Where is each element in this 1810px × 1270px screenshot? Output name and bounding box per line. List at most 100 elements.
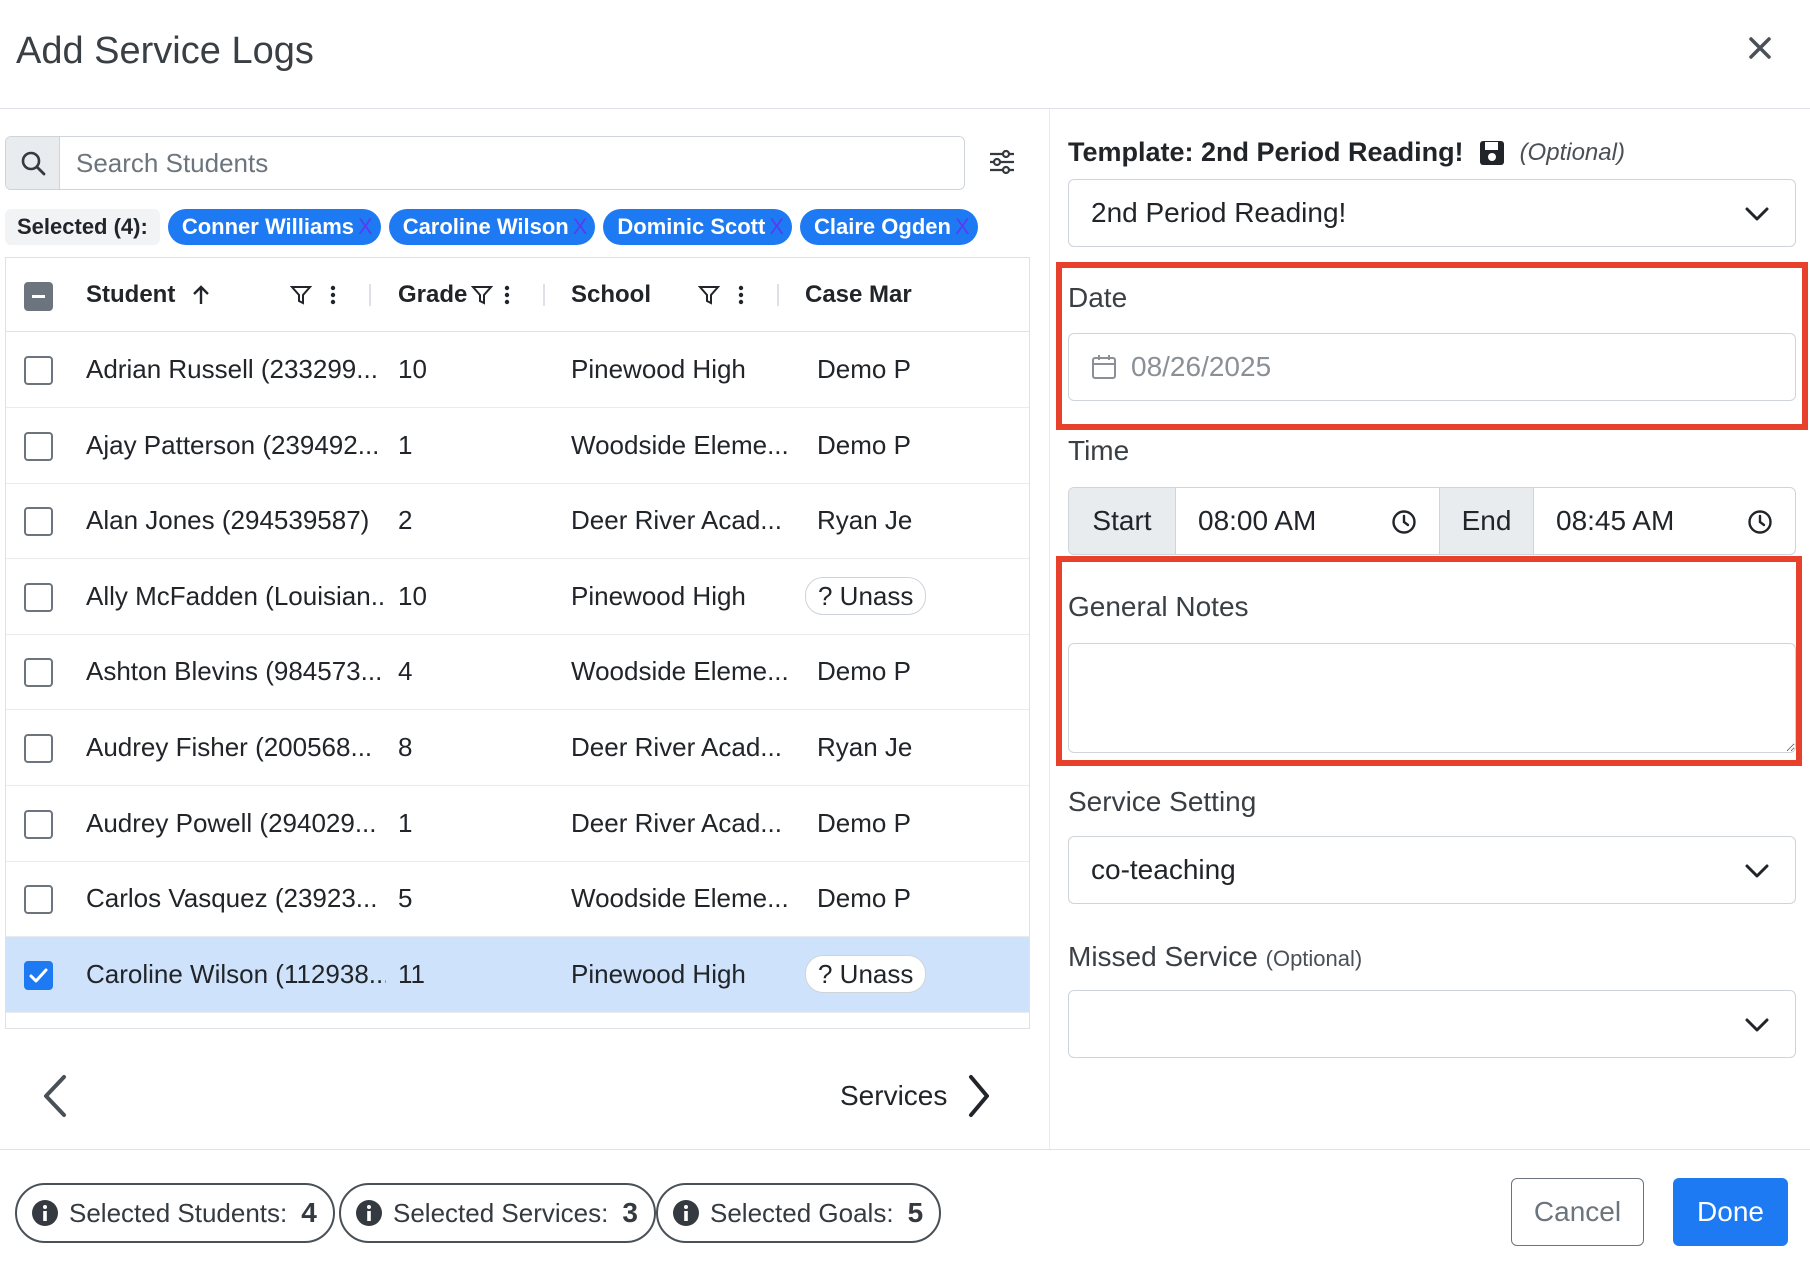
service-setting-select[interactable]: co-teaching (1068, 836, 1796, 904)
selected-chip[interactable]: Claire Ogden X (800, 209, 978, 245)
cell-grade: 11 (398, 937, 518, 1012)
filter-settings-button[interactable] (985, 145, 1019, 179)
service-setting-value: co-teaching (1091, 854, 1236, 885)
end-time-input[interactable]: 08:45 AM (1534, 488, 1795, 554)
table-row[interactable]: Adrian Russell (233299... 10 Pinewood High… (6, 332, 1029, 408)
cell-student-text: Ally McFadden (Louisian... (86, 580, 386, 611)
column-menu-icon[interactable] (503, 284, 511, 306)
column-divider[interactable] (777, 284, 779, 306)
row-checkbox[interactable] (24, 356, 53, 385)
save-template-icon[interactable] (1478, 139, 1506, 167)
row-checkbox[interactable] (24, 960, 53, 990)
chip-remove-icon[interactable]: X (358, 214, 373, 240)
cell-student: Ajay Patterson (239492... (86, 408, 386, 483)
column-menu-icon[interactable] (329, 284, 337, 306)
cell-school-text: Deer River Acad... (571, 505, 782, 536)
cell-school: Woodside Eleme... (571, 634, 791, 709)
chip-remove-icon[interactable]: X (769, 214, 784, 240)
pill-label: Selected Services: (393, 1197, 609, 1228)
table-row[interactable]: Alan Jones (294539587) 2 Deer River Acad..… (6, 483, 1029, 560)
cell-grade-text: 10 (398, 580, 427, 611)
column-header-case-manager[interactable]: Case Mar (805, 258, 1029, 332)
filter-icon[interactable] (290, 284, 312, 306)
cell-school-text: Pinewood High (571, 580, 746, 611)
column-divider[interactable] (543, 284, 545, 306)
template-select[interactable]: 2nd Period Reading! (1068, 179, 1796, 247)
row-checkbox[interactable] (24, 582, 53, 612)
info-icon (32, 1200, 58, 1226)
row-checkbox[interactable] (24, 507, 53, 537)
selected-services-pill[interactable]: Selected Services: 3 (339, 1183, 656, 1243)
cell-grade: 10 (398, 332, 518, 407)
modal-header: Add Service Logs (0, 0, 1810, 109)
selected-chip[interactable]: Caroline Wilson X (388, 209, 596, 245)
table-row[interactable]: Audrey Fisher (200568... 8 Deer River Acad… (6, 710, 1029, 786)
cell-case-manager-text: ? Unass (805, 577, 927, 616)
end-time-value: 08:45 AM (1556, 505, 1675, 536)
selected-chip[interactable]: Conner Williams X (167, 209, 381, 245)
chevron-down-icon (1745, 864, 1769, 878)
cell-student: Carlos Vasquez (23923... (86, 861, 386, 936)
selected-chip[interactable]: Dominic Scott X (603, 209, 793, 245)
row-checkbox[interactable] (24, 431, 53, 461)
row-checkbox[interactable] (24, 809, 53, 839)
cell-student-text: Caroline Wilson (112938... (86, 958, 386, 989)
cell-student: Audrey Powell (294029... (86, 786, 386, 861)
next-step-button[interactable]: Services (840, 1069, 993, 1123)
missed-service-optional-text: (Optional) (1265, 946, 1363, 971)
cell-school: Woodside Eleme... (571, 408, 791, 483)
info-icon (673, 1200, 699, 1226)
table-row[interactable]: Ajay Patterson (239492... 1 Woodside Eleme… (6, 408, 1029, 484)
selected-students-pill[interactable]: Selected Students: 4 (15, 1183, 335, 1243)
cell-case-manager: Demo P (805, 634, 1029, 709)
cell-school-text: Deer River Acad... (571, 807, 782, 838)
table-row[interactable]: Ally McFadden (Louisian... 10 Pinewood Hig… (6, 559, 1029, 635)
table-header: Student Grade School Case Mar (6, 258, 1029, 332)
cell-grade-text: 1 (398, 807, 413, 838)
table-row[interactable]: Ashton Blevins (984573... 4 Woodside Eleme… (6, 634, 1029, 711)
table-row[interactable]: Caroline Wilson (112938... 11 Pinewood Hig… (6, 936, 1029, 1013)
cell-school: Deer River Acad... (571, 786, 791, 861)
students-table: Student Grade School Case Mar Adrian Rus (5, 257, 1030, 1029)
pill-count: 3 (622, 1197, 638, 1228)
select-all-checkbox[interactable] (24, 282, 53, 311)
cell-student: Ashton Blevins (984573... (86, 634, 386, 709)
column-menu-icon[interactable] (737, 284, 745, 306)
column-header-student[interactable]: Student (86, 258, 211, 332)
row-checkbox[interactable] (24, 885, 53, 915)
column-label: Case Mar (805, 281, 912, 308)
cell-school: Pinewood High (571, 332, 791, 407)
done-button[interactable]: Done (1673, 1178, 1788, 1246)
row-checkbox[interactable] (24, 658, 53, 688)
start-time-label: Start (1069, 488, 1176, 554)
column-header-school[interactable]: School (571, 258, 651, 332)
cell-grade: 5 (398, 861, 518, 936)
missed-service-label: Missed Service (Optional) (1068, 941, 1362, 973)
table-row[interactable]: Carlos Vasquez (23923... 5 Woodside Eleme.… (6, 861, 1029, 938)
cell-student-text: Ashton Blevins (984573... (86, 656, 383, 687)
start-time-value: 08:00 AM (1198, 505, 1317, 536)
chip-remove-icon[interactable]: X (573, 214, 588, 240)
chip-label: Conner Williams (181, 214, 354, 239)
cancel-button[interactable]: Cancel (1511, 1178, 1644, 1246)
cell-student: Adrian Russell (233299... (86, 332, 386, 407)
minus-icon (32, 295, 45, 298)
column-divider[interactable] (369, 284, 371, 306)
cell-case-manager-text: Ryan Je (817, 505, 913, 536)
cell-case-manager: Demo P (805, 408, 1029, 483)
search-input[interactable] (60, 137, 964, 189)
start-time-input[interactable]: 08:00 AM (1176, 488, 1440, 554)
close-button[interactable] (1740, 28, 1780, 68)
cell-student-text: Carlos Vasquez (23923... (86, 883, 378, 914)
cell-school: Deer River Acad... (571, 483, 791, 558)
chip-remove-icon[interactable]: X (955, 214, 970, 240)
column-header-grade[interactable]: Grade (398, 258, 494, 332)
selected-goals-pill[interactable]: Selected Goals: 5 (656, 1183, 942, 1243)
previous-step-button[interactable] (38, 1071, 72, 1121)
row-checkbox[interactable] (24, 734, 53, 763)
filter-icon[interactable] (471, 284, 494, 306)
cell-student: Ally McFadden (Louisian... (86, 559, 386, 634)
missed-service-select[interactable] (1068, 990, 1796, 1058)
filter-icon[interactable] (698, 284, 720, 306)
table-row[interactable]: Audrey Powell (294029... 1 Deer River Acad… (6, 786, 1029, 862)
